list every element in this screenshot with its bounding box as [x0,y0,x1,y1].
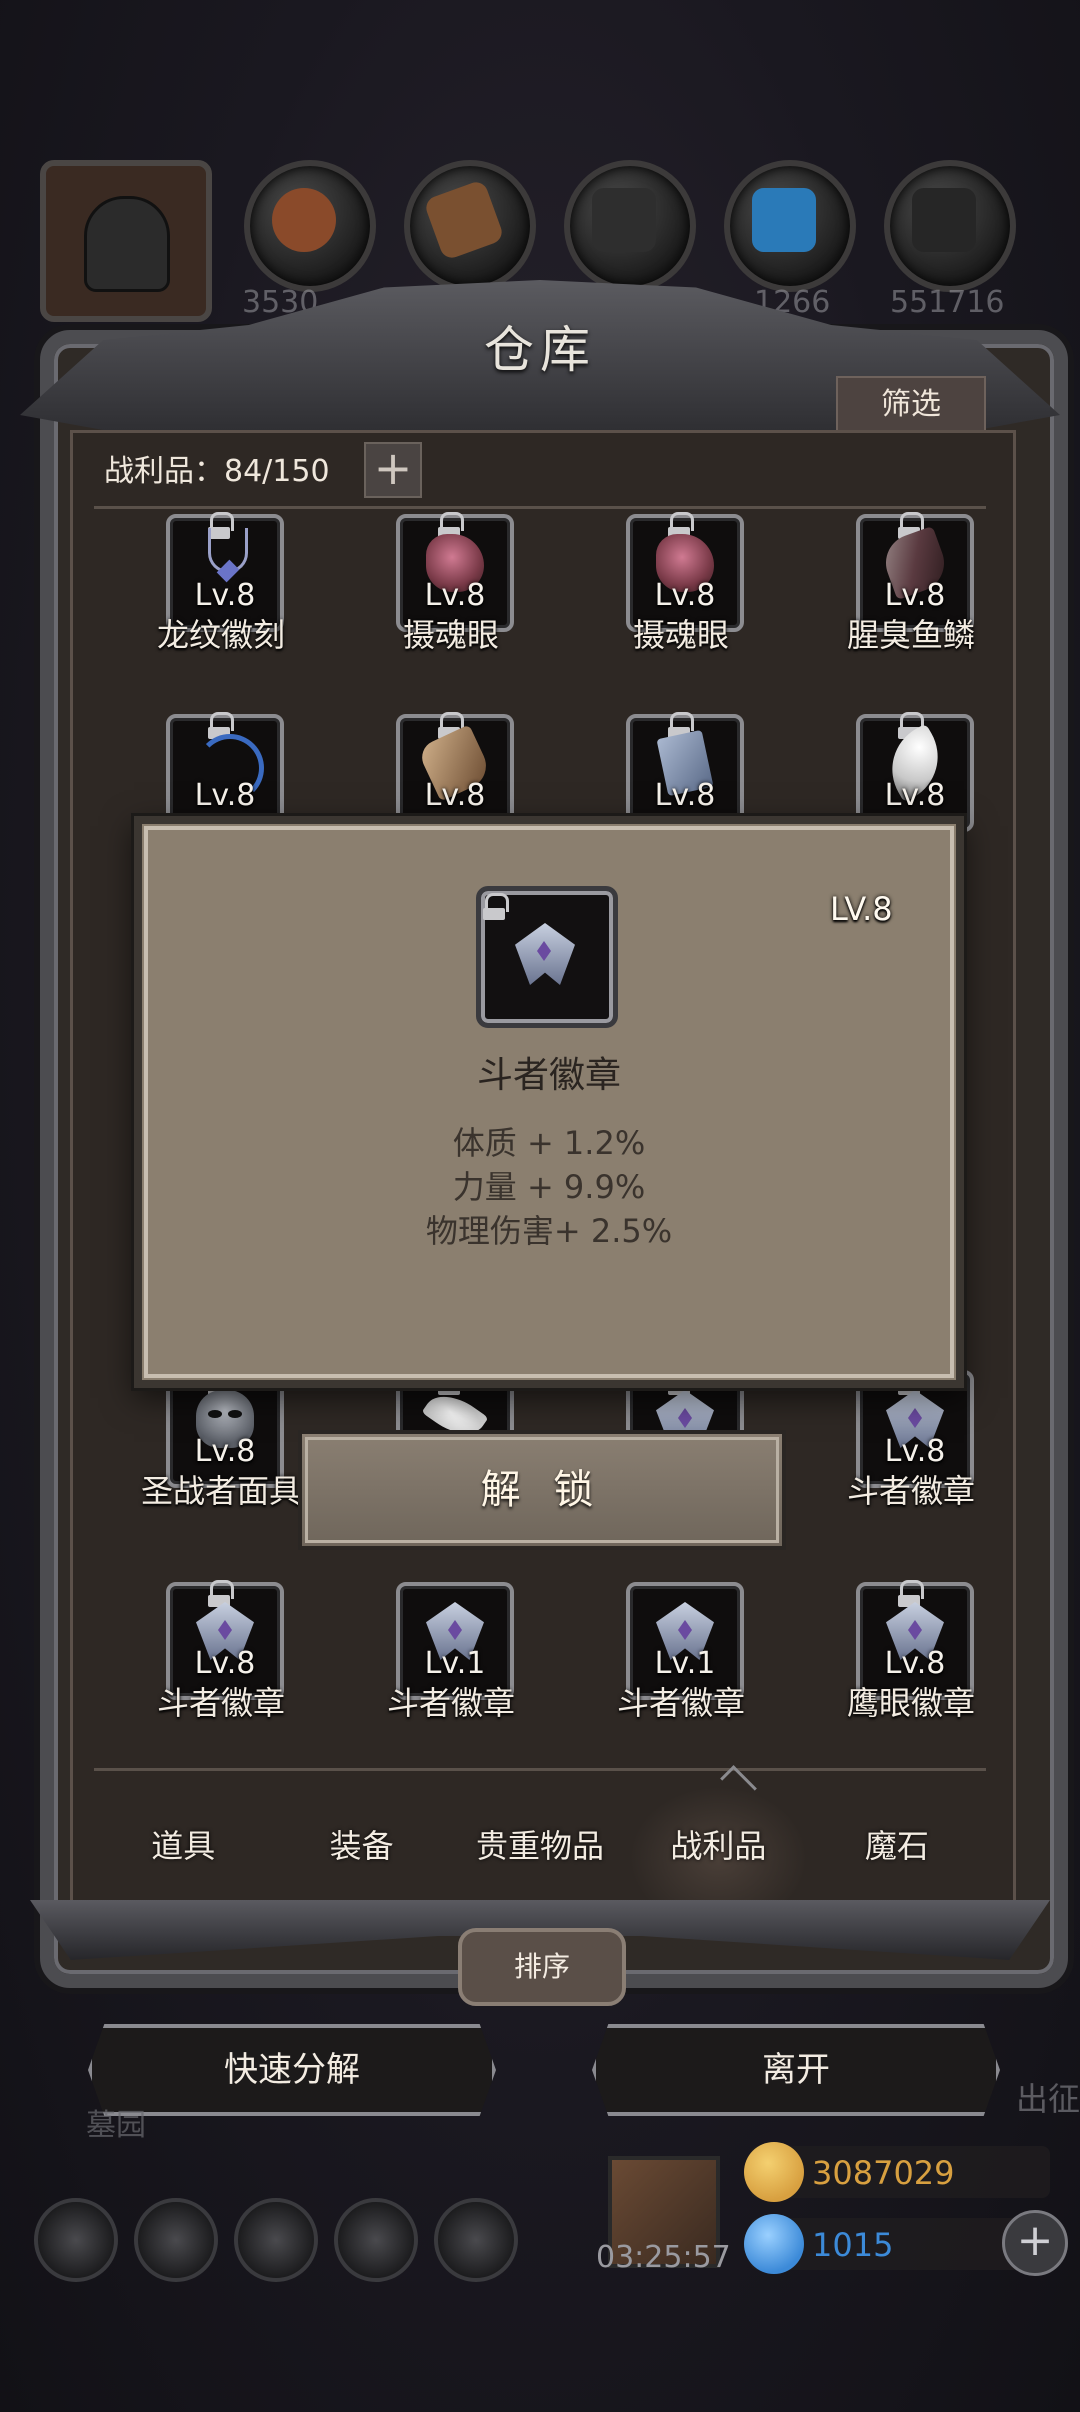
lock-icon [898,1580,924,1607]
badge-icon [515,923,575,985]
mail-icon[interactable] [334,2198,418,2282]
location-label: 墓园 [86,2108,146,2143]
unlock-button[interactable]: 解 锁 [298,1430,786,1550]
necklace-icon [208,528,248,573]
crystal-resource-icon[interactable] [724,160,856,292]
divider [94,1768,986,1771]
sort-button[interactable]: 排序 [458,1928,626,2006]
item-slot[interactable]: Lv.8 斗者徽章 [808,1368,1008,1520]
item-level: Lv.8 [884,1646,946,1681]
item-frame [856,712,974,832]
capacity-label: 战利品：84/150 [104,454,330,489]
shop-menu-icon[interactable] [234,2198,318,2282]
item-name: 腥臭鱼鳞 [846,616,975,654]
tab-items[interactable]: 道具 [94,1786,272,1906]
category-tabs: 道具 装备 贵重物品 战利品 魔石 [94,1786,986,1906]
filter-button[interactable]: 筛选 [836,376,986,434]
gem-amount: 1015 [812,2226,894,2264]
item-frame [396,712,514,832]
item-slot[interactable]: Lv.8 圣战者面具 [118,1368,318,1520]
lock-icon [438,512,464,539]
tooltip-stat: 物理伤害+ 2.5% [425,1212,673,1250]
tooltip-stat: 力量 + 9.9% [452,1168,646,1206]
tab-valuables[interactable]: 贵重物品 [451,1786,629,1906]
item-slot[interactable]: Lv.8 斗者徽章 [118,1580,318,1732]
item-name: 摄魂眼 [632,616,729,654]
item-level: Lv.8 [884,1434,946,1469]
item-level: Lv.8 [424,578,486,613]
lock-icon [898,512,924,539]
item-frame [166,712,284,832]
panel-title: 仓库 [484,321,596,379]
tab-magic-stones[interactable]: 魔石 [808,1786,986,1906]
item-slot[interactable]: Lv.8 龙纹徽刻 [118,512,318,664]
item-name: 斗者徽章 [616,1684,745,1722]
item-level: Lv.8 [654,578,716,613]
gold-amount: 3087029 [812,2154,955,2192]
stone-resource-icon[interactable] [564,160,696,292]
lock-icon [668,512,694,539]
item-tooltip: LV.8 斗者徽章 体质 + 1.2% 力量 + 9.9% 物理伤害+ 2.5% [134,816,964,1388]
expand-capacity-button[interactable]: + [364,442,422,498]
item-level: Lv.8 [194,1434,256,1469]
star-menu-icon[interactable] [134,2198,218,2282]
item-name: 摄魂眼 [402,616,499,654]
gold-coin-icon [744,2142,804,2202]
item-slot[interactable]: Lv.1 斗者徽章 [348,1582,548,1732]
helmet-icon [84,196,170,292]
lock-icon [483,893,509,920]
iron-resource-icon[interactable] [884,160,1016,292]
item-slot[interactable]: Lv.1 斗者徽章 [578,1582,778,1732]
leave-button[interactable]: 离开 [592,2024,1000,2116]
item-level: Lv.8 [654,778,716,813]
resource-count: 551716 [890,285,1005,320]
item-frame [626,712,744,832]
helmet-slot[interactable] [40,160,212,322]
gem-icon [744,2214,804,2274]
expedition-label: 出征 [1016,2080,1080,2118]
item-level: Lv.8 [884,578,946,613]
tooltip-level: LV.8 [830,890,893,928]
item-slot[interactable]: Lv.8 鹰眼徽章 [808,1580,1008,1732]
item-level: Lv.8 [424,778,486,813]
item-slot[interactable]: Lv.8 摄魂眼 [348,512,548,664]
divider [94,506,986,509]
leather-resource-icon[interactable] [244,160,376,292]
lock-icon [668,712,694,739]
gift-timer: 03:25:57 [596,2240,731,2275]
item-slot[interactable]: Lv.8 腥臭鱼鳞 [808,512,1008,664]
item-slot[interactable]: Lv.8 摄魂眼 [578,512,778,664]
lock-icon [208,1580,234,1607]
quick-decompose-button[interactable]: 快速分解 [88,2024,496,2116]
map-menu-icon[interactable] [434,2198,518,2282]
tab-equipment[interactable]: 装备 [272,1786,450,1906]
lock-icon [208,712,234,739]
settings-gear-icon[interactable] [34,2198,118,2282]
tooltip-stat: 体质 + 1.2% [452,1124,646,1162]
item-name: 斗者徽章 [156,1684,285,1722]
tooltip-item-name: 斗者徽章 [476,1055,621,1096]
item-name: 斗者徽章 [386,1684,515,1722]
tooltip-item-frame [476,886,618,1028]
item-name: 鹰眼徽章 [846,1684,975,1722]
add-currency-button[interactable]: + [1002,2210,1068,2276]
item-level: Lv.8 [194,1646,256,1681]
item-level: Lv.8 [194,778,256,813]
item-name: 龙纹徽刻 [156,616,285,654]
item-level: Lv.8 [884,778,946,813]
item-name: 斗者徽章 [846,1472,975,1510]
item-level: Lv.1 [654,1646,716,1681]
tab-loot[interactable]: 战利品 [629,1786,808,1906]
item-level: Lv.1 [424,1646,486,1681]
item-level: Lv.8 [194,578,256,613]
wood-resource-icon[interactable] [404,160,536,292]
